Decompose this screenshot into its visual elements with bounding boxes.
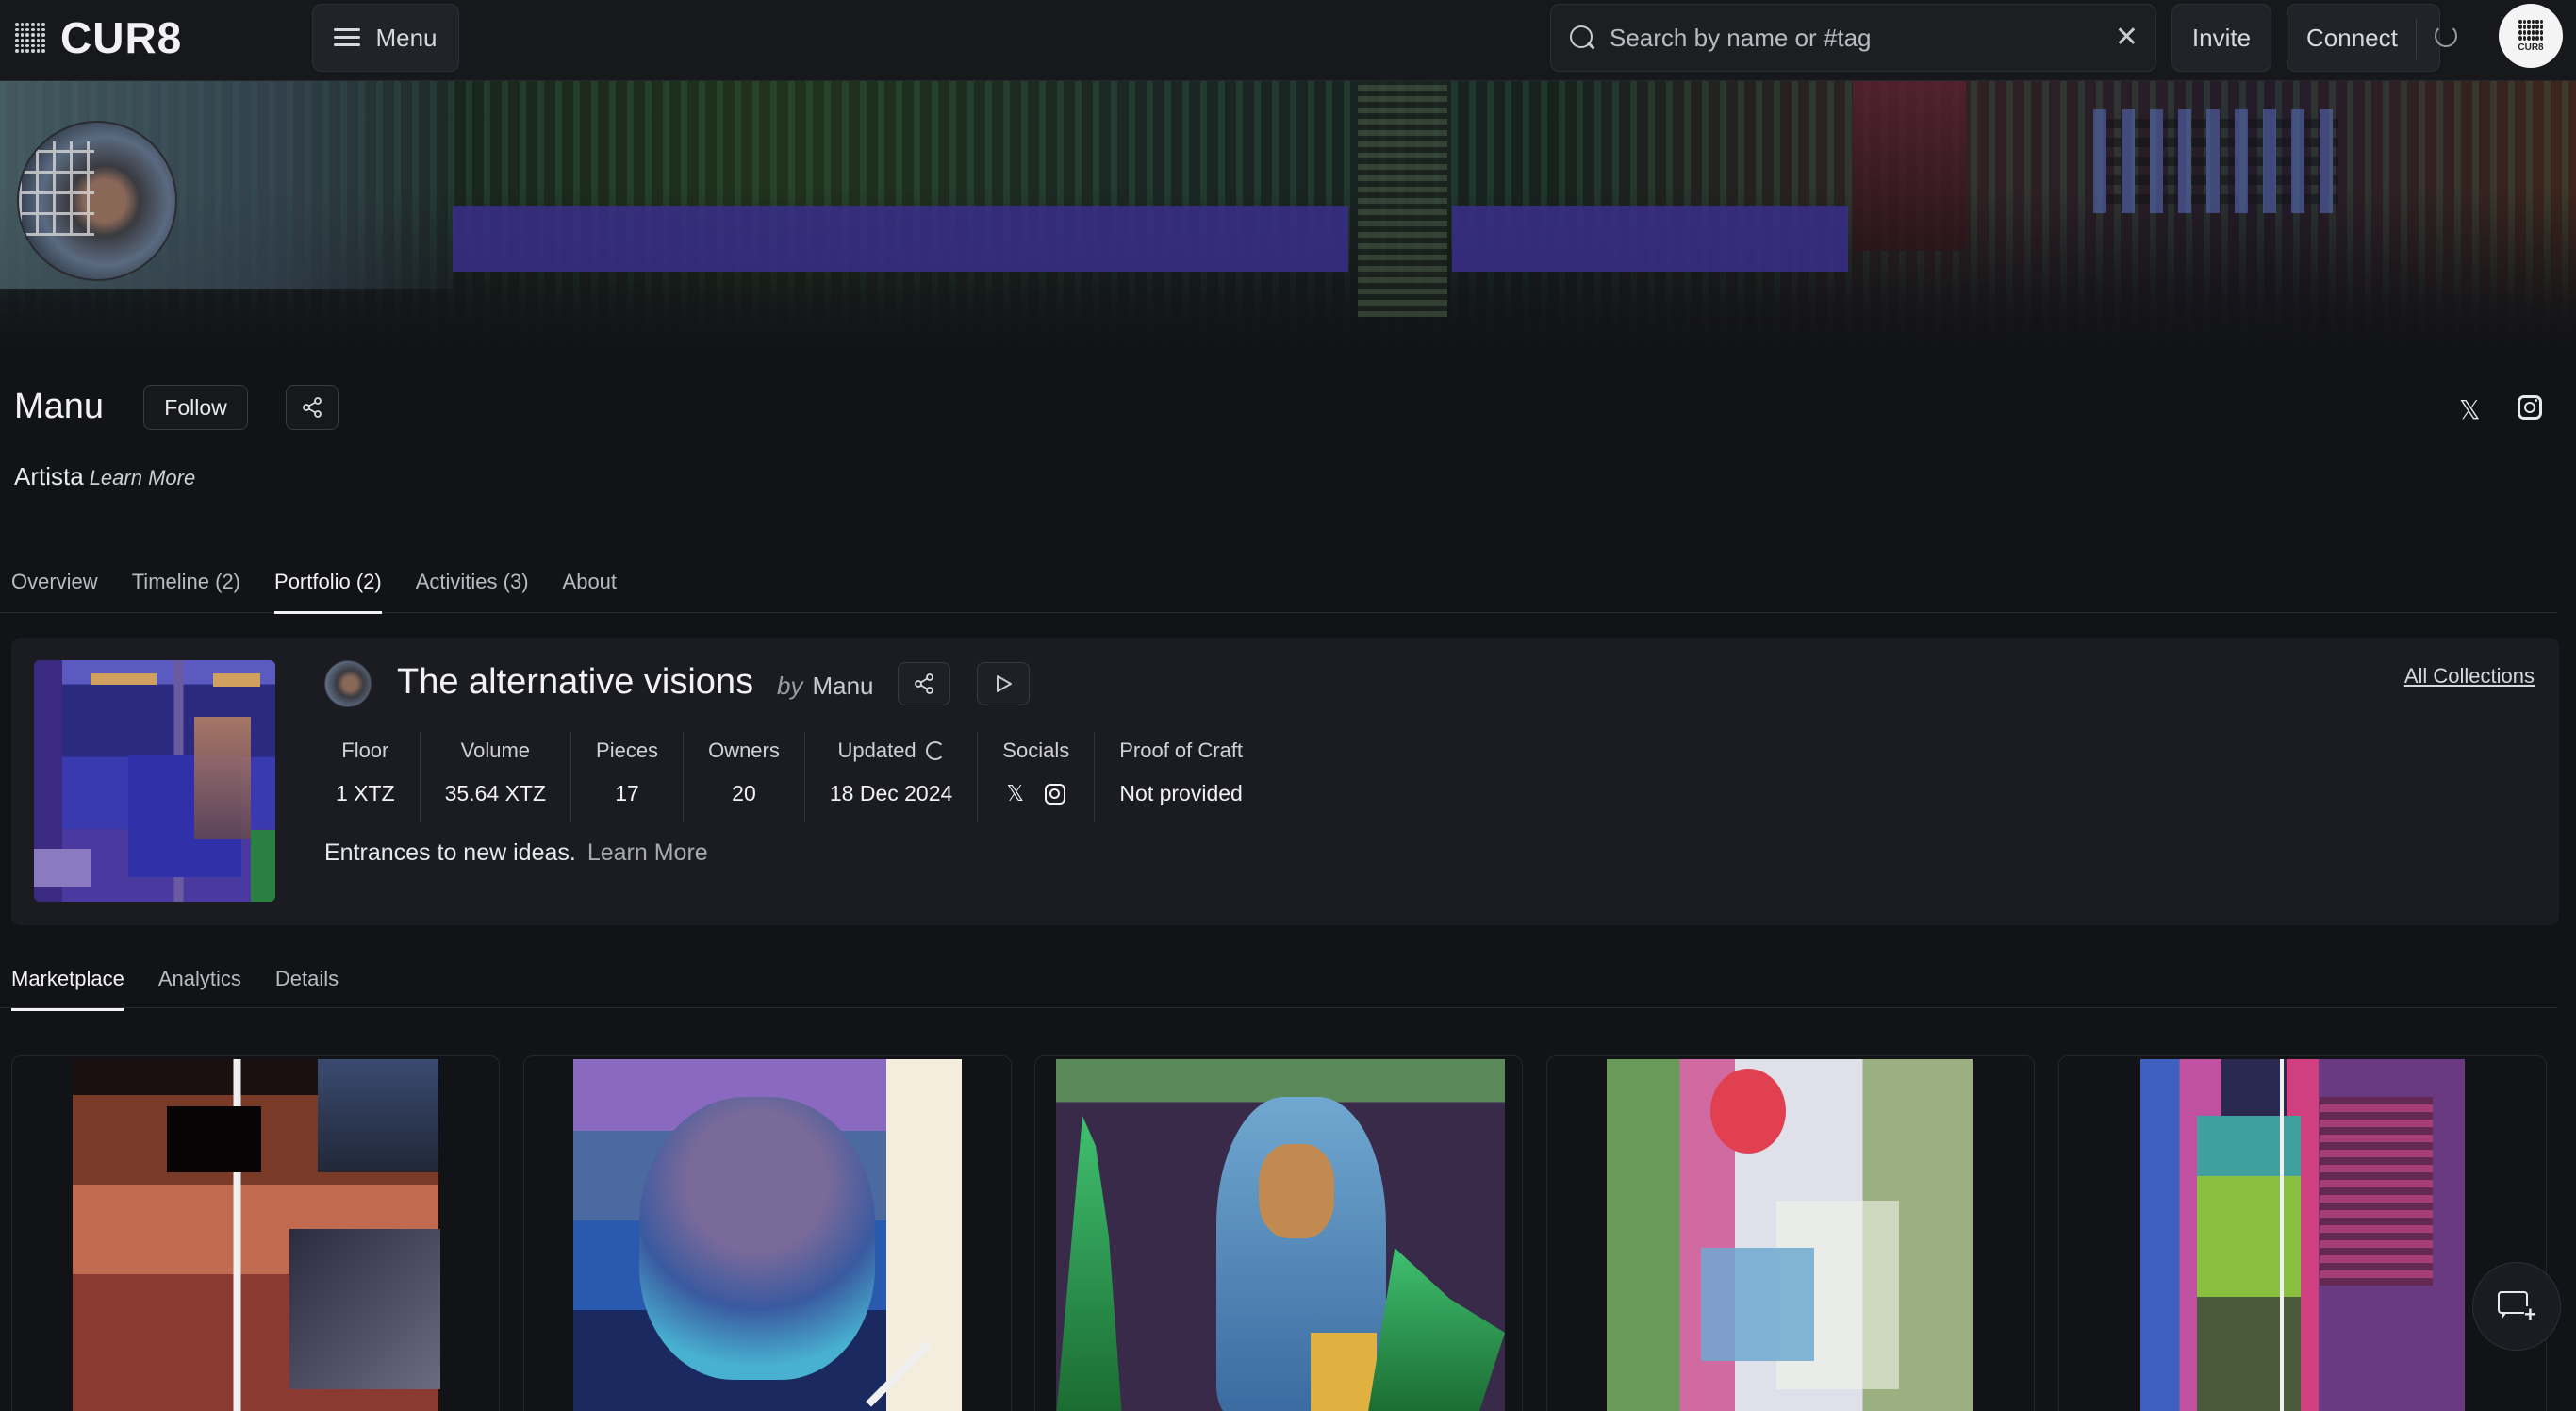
stat-label: Owners [708,739,780,762]
stat-value: 35.64 XTZ [444,781,547,805]
stat-socials: Socials 𝕏 [978,732,1096,822]
bio-text: Artista [14,462,84,490]
stat-label: Socials [1002,739,1070,762]
artwork-card[interactable] [523,1055,1012,1411]
instagram-icon[interactable] [2518,395,2542,420]
profile-bio: Artista Learn More [14,462,195,491]
tab-portfolio[interactable]: Portfolio (2) [274,564,382,614]
collection-stats: Floor 1 XTZ Volume 35.64 XTZ Pieces 17 O… [313,732,1267,826]
stat-volume: Volume 35.64 XTZ [421,732,572,822]
tab-timeline[interactable]: Timeline (2) [132,564,240,613]
connect-button[interactable]: Connect [2287,4,2440,72]
stat-label: Floor [341,739,389,762]
stat-value: 17 [615,781,639,805]
profile-banner [0,81,2576,345]
stat-label: Updated [837,732,945,770]
stat-label: Volume [460,739,531,762]
artwork-image [2140,1059,2465,1411]
collection-title: The alternative visions [397,662,754,702]
stat-value: 𝕏 [1006,781,1066,806]
description-learn-more-link[interactable]: Learn More [587,839,708,866]
stat-pieces: Pieces 17 [571,732,685,822]
search-input[interactable] [1610,23,2102,53]
stat-floor: Floor 1 XTZ [313,732,421,822]
invite-button[interactable]: Invite [2171,4,2271,72]
search-box: ✕ [1550,4,2156,72]
logo-dots-icon [2518,19,2543,41]
collection-subtabs: Marketplace Analytics Details [0,961,2557,1011]
feedback-button[interactable]: + [2472,1262,2561,1351]
collection-card: The alternative visions by Manu All Colle… [11,638,2559,925]
instagram-icon[interactable] [1045,783,1066,805]
menu-button[interactable]: Menu [312,4,459,72]
follow-button[interactable]: Follow [143,385,248,430]
stat-value: 20 [732,781,756,805]
tab-details[interactable]: Details [275,961,339,1010]
profile-avatar [17,121,177,281]
hamburger-icon [334,28,361,47]
x-twitter-icon[interactable]: 𝕏 [2459,394,2481,425]
logo[interactable]: CUR8 [11,13,182,62]
stat-owners: Owners 20 [684,732,805,822]
avatar-text: CUR8 [2518,42,2544,53]
menu-label: Menu [375,23,438,52]
stat-label: Pieces [596,739,659,762]
share-icon [303,397,322,418]
tab-marketplace[interactable]: Marketplace [11,961,124,1011]
refresh-icon[interactable] [2435,25,2457,47]
connect-label: Connect [2306,23,2398,52]
top-bar: CUR8 Menu ✕ Invite Connect CUR8 [0,0,2576,81]
stat-label: Proof of Craft [1119,739,1244,762]
by-prefix: by [777,672,803,700]
collection-owner-avatar[interactable] [324,660,372,707]
share-icon [915,673,933,694]
tab-analytics[interactable]: Analytics [158,961,241,1010]
stat-value: Not provided [1119,781,1243,805]
search-icon [1568,24,1596,52]
collection-thumbnail[interactable] [34,660,275,902]
bio-learn-more-link[interactable]: Learn More [90,466,196,490]
artwork-image [73,1059,440,1411]
description-text: Entrances to new ideas. [324,839,576,866]
refresh-icon[interactable] [925,741,945,760]
divider [2416,18,2417,59]
profile-name: Manu [14,387,105,426]
tab-about[interactable]: About [563,564,618,613]
play-slideshow-button[interactable] [977,662,1030,706]
share-collection-button[interactable] [898,662,950,706]
logo-dots-icon [11,19,49,57]
collection-byline: by Manu [777,672,874,701]
collection-description: Entrances to new ideas. Learn More [324,839,708,867]
stat-value: 1 XTZ [336,781,395,805]
artwork-image [1607,1059,1973,1411]
tab-activities[interactable]: Activities (3) [416,564,529,613]
profile-tabs: Overview Timeline (2) Portfolio (2) Acti… [0,564,2557,614]
stat-value: 18 Dec 2024 [829,781,953,805]
collection-author-link[interactable]: Manu [812,672,873,700]
tab-overview[interactable]: Overview [11,564,98,613]
artwork-card[interactable] [1034,1055,1523,1411]
logo-text: CUR8 [60,13,183,62]
artwork-card[interactable] [2058,1055,2547,1411]
artwork-card[interactable] [1546,1055,2035,1411]
x-twitter-icon[interactable]: 𝕏 [1006,781,1024,806]
user-avatar[interactable]: CUR8 [2499,4,2563,68]
artwork-image [573,1059,962,1411]
artwork-card[interactable] [11,1055,500,1411]
message-plus-icon: + [2498,1291,2536,1325]
all-collections-link[interactable]: All Collections [2404,664,2535,689]
clear-search-icon[interactable]: ✕ [2115,24,2138,52]
updated-label: Updated [837,739,916,762]
artwork-image [1056,1059,1505,1411]
play-icon [997,675,1012,692]
stat-updated: Updated 18 Dec 2024 [805,732,979,822]
share-profile-button[interactable] [286,385,339,430]
stat-proof-of-craft: Proof of Craft Not provided [1095,732,1267,822]
